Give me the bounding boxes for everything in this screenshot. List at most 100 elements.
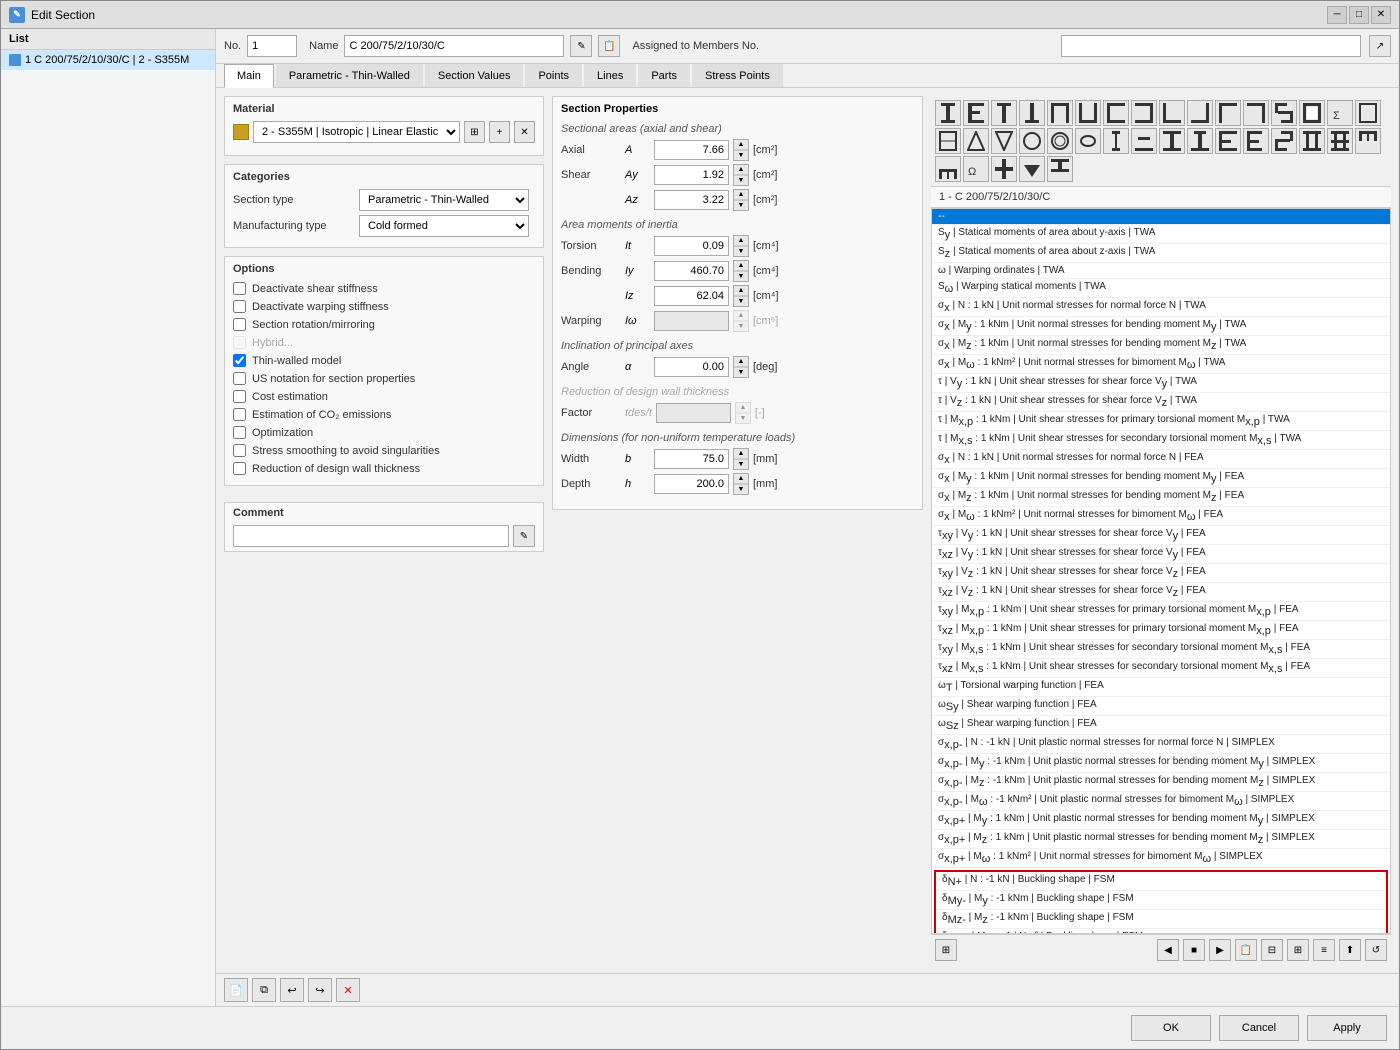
optimization-checkbox[interactable] [233,426,246,439]
cost-estimation-checkbox[interactable] [233,390,246,403]
maximize-button[interactable]: □ [1349,6,1369,24]
depth-dn[interactable]: ▼ [734,484,748,494]
section-type-select[interactable]: Parametric - Thin-Walled [359,189,529,211]
comment-edit-button[interactable]: ✎ [513,525,535,547]
list-item[interactable]: τxy | Vy : 1 kN | Unit shear stresses fo… [932,526,1390,545]
axial-up[interactable]: ▲ [734,140,748,150]
shape-icon-hat1[interactable] [1131,128,1157,154]
az-spinners[interactable]: ▲▼ [733,189,749,211]
it-spinners[interactable]: ▲▼ [733,235,749,257]
manufacturing-type-select[interactable]: Cold formed [359,215,529,237]
list-item[interactable]: ωSz | Shear warping function | FEA [932,716,1390,735]
list-item[interactable]: σx | Mz : 1 kNm | Unit normal stresses f… [932,488,1390,507]
shape-icon-l4[interactable] [1243,100,1269,126]
shape-icon-c2[interactable] [1131,100,1157,126]
list-item[interactable]: τxy | Mx,p : 1 kNm | Unit shear stresses… [932,602,1390,621]
tab-parametric[interactable]: Parametric - Thin-Walled [276,64,423,87]
shape-icon-l1[interactable] [1159,100,1185,126]
list-item[interactable]: Sω | Warping statical moments | TWA [932,279,1390,298]
iz-up[interactable]: ▲ [734,286,748,296]
library-button[interactable]: 📋 [598,35,620,57]
tab-lines[interactable]: Lines [584,64,636,87]
list-item[interactable]: ωSy | Shear warping function | FEA [932,697,1390,716]
tab-stress-points[interactable]: Stress Points [692,64,783,87]
list-item[interactable]: σx | Mω : 1 kNm² | Unit normal stresses … [932,355,1390,374]
list-item[interactable]: σx,p- | N : -1 kN | Unit plastic normal … [932,735,1390,754]
tab-parts[interactable]: Parts [638,64,690,87]
tab-points[interactable]: Points [525,64,582,87]
list-copy-button[interactable]: 📋 [1235,939,1257,961]
shape-icon-sigma[interactable]: Σ [1327,100,1353,126]
shape-icon-i3[interactable] [1159,128,1185,154]
shape-icon-l3[interactable] [1215,100,1241,126]
shape-icon-c3[interactable] [1215,128,1241,154]
list-item[interactable]: 1 C 200/75/2/10/30/C | 2 - S355M [1,50,215,70]
iy-dn[interactable]: ▼ [734,271,748,281]
list-item[interactable]: τxz | Vz : 1 kN | Unit shear stresses fo… [932,583,1390,602]
iy-spinners[interactable]: ▲▼ [733,260,749,282]
iw-input[interactable] [654,311,729,331]
depth-up[interactable]: ▲ [734,474,748,484]
az-dn[interactable]: ▼ [734,200,748,210]
list-item[interactable]: σx | My : 1 kNm | Unit normal stresses f… [932,317,1390,336]
shape-icon-c4[interactable] [1243,128,1269,154]
list-rows-button[interactable]: ≡ [1313,939,1335,961]
angle-input[interactable] [654,357,729,377]
list-prev-button[interactable]: ◀ [1157,939,1179,961]
deactivate-warping-checkbox[interactable] [233,300,246,313]
shape-icon-circ2[interactable] [1047,128,1073,154]
cancel-button[interactable]: Cancel [1219,1015,1299,1041]
shape-icon-pi1[interactable] [1047,100,1073,126]
list-item-last-normal[interactable]: σx,p+ | Mω : 1 kNm² | Unit normal stress… [932,849,1390,868]
axial-spinners[interactable]: ▲▼ [733,139,749,161]
iz-dn[interactable]: ▼ [734,296,748,306]
iz-spinners[interactable]: ▲▼ [733,285,749,307]
shape-icon-i4[interactable] [1187,128,1213,154]
it-dn[interactable]: ▼ [734,246,748,256]
shape-icon-ii1[interactable] [1299,128,1325,154]
width-dn[interactable]: ▼ [734,459,748,469]
shape-icon-z1[interactable] [1271,100,1297,126]
list-item-fsm3[interactable]: δMz- | Mz : -1 kNm | Buckling shape | FS… [936,910,1386,929]
minimize-button[interactable]: ─ [1327,6,1347,24]
list-item[interactable]: ωT | Torsional warping function | FEA [932,678,1390,697]
it-input[interactable] [654,236,729,256]
shape-icon-circ1[interactable] [1019,128,1045,154]
list-item[interactable]: Sz | Statical moments of area about z-ax… [932,244,1390,263]
depth-spinners[interactable]: ▲▼ [733,473,749,495]
material-edit-button[interactable]: ⊞ [464,121,485,143]
list-table2-button[interactable]: ⊟ [1261,939,1283,961]
angle-dn[interactable]: ▼ [734,367,748,377]
axial-dn[interactable]: ▼ [734,150,748,160]
list-grid-button[interactable]: ⊞ [1287,939,1309,961]
material-delete-button[interactable]: ✕ [514,121,535,143]
material-select[interactable]: 2 - S355M | Isotropic | Linear Elastic [253,121,460,143]
shape-icon-oval[interactable] [1075,128,1101,154]
list-item[interactable]: τxz | Vy : 1 kN | Unit shear stresses fo… [932,545,1390,564]
material-add-button[interactable]: + [489,121,510,143]
list-item[interactable]: Sy | Statical moments of area about y-ax… [932,225,1390,244]
list-stop-button[interactable]: ■ [1183,939,1205,961]
shape-icon-tri1[interactable] [963,128,989,154]
shape-icon-pi4[interactable] [935,156,961,182]
depth-input[interactable] [654,474,729,494]
list-item[interactable]: σx | Mω : 1 kNm² | Unit normal stresses … [932,507,1390,526]
close-button[interactable]: ✕ [1371,6,1391,24]
list-item[interactable]: σx | N : 1 kN | Unit normal stresses for… [932,450,1390,469]
az-up[interactable]: ▲ [734,190,748,200]
assigned-icon-button[interactable]: ↗ [1369,35,1391,57]
shape-icon-i1[interactable] [935,100,961,126]
ay-spinners[interactable]: ▲▼ [733,164,749,186]
axial-input[interactable] [654,140,729,160]
no-input[interactable] [247,35,297,57]
shape-icon-i2[interactable] [963,100,989,126]
comment-input[interactable] [233,525,509,547]
list-next-button[interactable]: ▶ [1209,939,1231,961]
titlebar-buttons[interactable]: ─ □ ✕ [1327,6,1391,24]
shape-icon-sq1[interactable] [1355,100,1381,126]
deactivate-shear-checkbox[interactable] [233,282,246,295]
tab-main[interactable]: Main [224,64,274,88]
thin-walled-checkbox[interactable] [233,354,246,367]
shape-icon-l2[interactable] [1187,100,1213,126]
list-item[interactable]: σx | Mz : 1 kNm | Unit normal stresses f… [932,336,1390,355]
